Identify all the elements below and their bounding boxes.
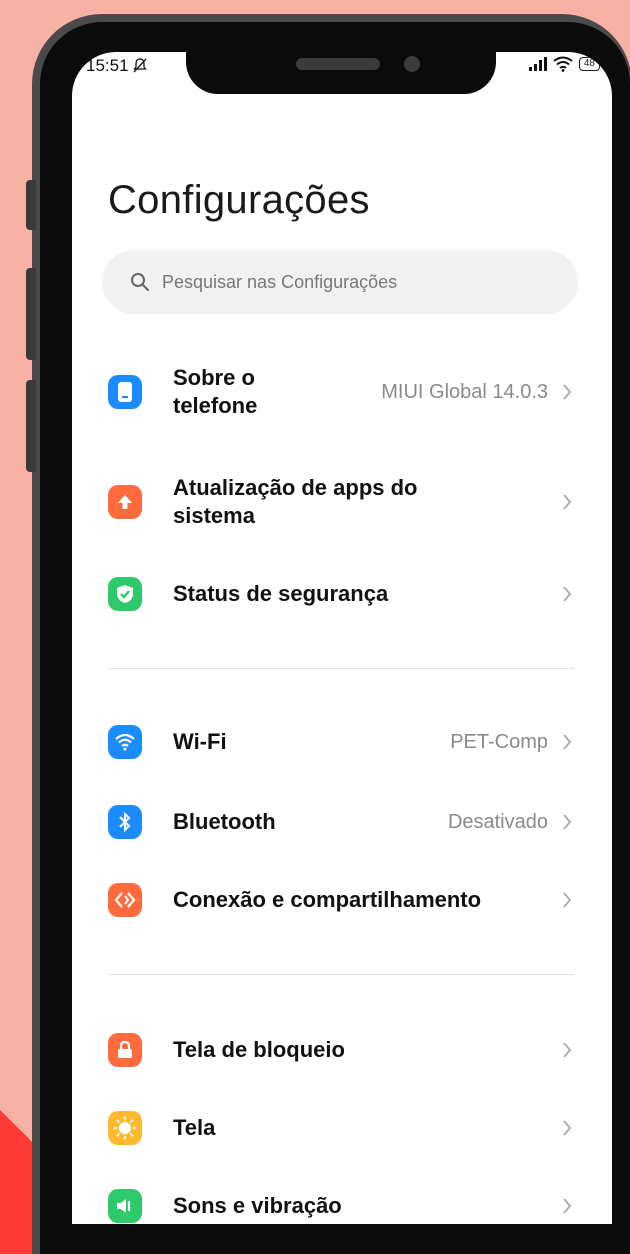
settings-item-sound-vibration[interactable]: Sons e vibração [72, 1176, 612, 1224]
settings-item-label: Bluetooth [173, 809, 276, 834]
settings-item-bluetooth[interactable]: Bluetooth Desativado [72, 792, 612, 852]
signal-icon [528, 57, 547, 71]
front-camera [404, 56, 420, 72]
settings-item-display[interactable]: Tela [72, 1098, 612, 1158]
speaker-icon [108, 1189, 142, 1223]
shield-check-icon [108, 577, 142, 611]
chevron-right-icon [563, 494, 572, 510]
chevron-right-icon [563, 892, 572, 908]
settings-item-label: Sons e vibração [173, 1193, 342, 1218]
settings-item-connection-sharing[interactable]: Conexão e compartilhamento [72, 870, 612, 930]
wifi-status-icon [553, 56, 573, 72]
wifi-icon [108, 725, 142, 759]
section-divider [108, 668, 574, 669]
chevron-right-icon [563, 384, 572, 400]
settings-item-wifi[interactable]: Wi-Fi PET-Comp [72, 712, 612, 772]
phone-notch [186, 28, 496, 94]
settings-item-value: PET-Comp [450, 730, 548, 753]
lock-icon [108, 1033, 142, 1067]
sun-icon [108, 1111, 142, 1145]
chevron-right-icon [563, 1198, 572, 1214]
settings-item-value: MIUI Global 14.0.3 [381, 380, 548, 403]
screen: 15:51 48 Configurações Pesquisar nas Con… [72, 52, 612, 1224]
search-icon [131, 273, 149, 291]
settings-item-label: Atualização de apps do sistema [173, 475, 418, 528]
settings-item-label: Status de segurança [173, 581, 389, 606]
settings-item-label: Conexão e compartilhamento [173, 887, 482, 912]
volume-up-button [26, 268, 36, 360]
volume-down-button [26, 380, 36, 472]
mute-switch [26, 180, 36, 230]
search-placeholder: Pesquisar nas Configurações [162, 271, 398, 292]
status-icons: 48 [528, 56, 600, 72]
settings-item-label: Tela [173, 1115, 216, 1140]
page-title: Configurações [108, 178, 370, 222]
chevron-right-icon [563, 1042, 572, 1058]
chevron-right-icon [563, 734, 572, 750]
phone-info-icon [108, 375, 142, 409]
settings-item-label: Wi-Fi [173, 729, 227, 754]
battery-indicator: 48 [578, 57, 600, 71]
settings-item-value: Desativado [447, 810, 548, 833]
settings-item-label: Tela de bloqueio [173, 1037, 345, 1062]
section-divider [108, 974, 574, 975]
earpiece-speaker [296, 58, 380, 70]
settings-item-about-phone[interactable]: Sobre o telefone MIUI Global 14.0.3 [72, 362, 612, 422]
settings-item-security-status[interactable]: Status de segurança [72, 564, 612, 624]
settings-item-system-apps-update[interactable]: Atualização de apps do sistema [72, 472, 612, 532]
chevron-right-icon [563, 814, 572, 830]
status-time: 15:51 [86, 56, 148, 76]
chevron-right-icon [563, 586, 572, 602]
settings-item-label: Sobre o telefone [173, 365, 258, 418]
search-input[interactable]: Pesquisar nas Configurações [102, 250, 578, 314]
bell-off-icon [133, 58, 148, 73]
settings-item-lock-screen[interactable]: Tela de bloqueio [72, 1020, 612, 1080]
chevron-right-icon [563, 1120, 572, 1136]
bluetooth-icon [108, 805, 142, 839]
update-arrow-icon [108, 485, 142, 519]
connection-share-icon [108, 883, 142, 917]
